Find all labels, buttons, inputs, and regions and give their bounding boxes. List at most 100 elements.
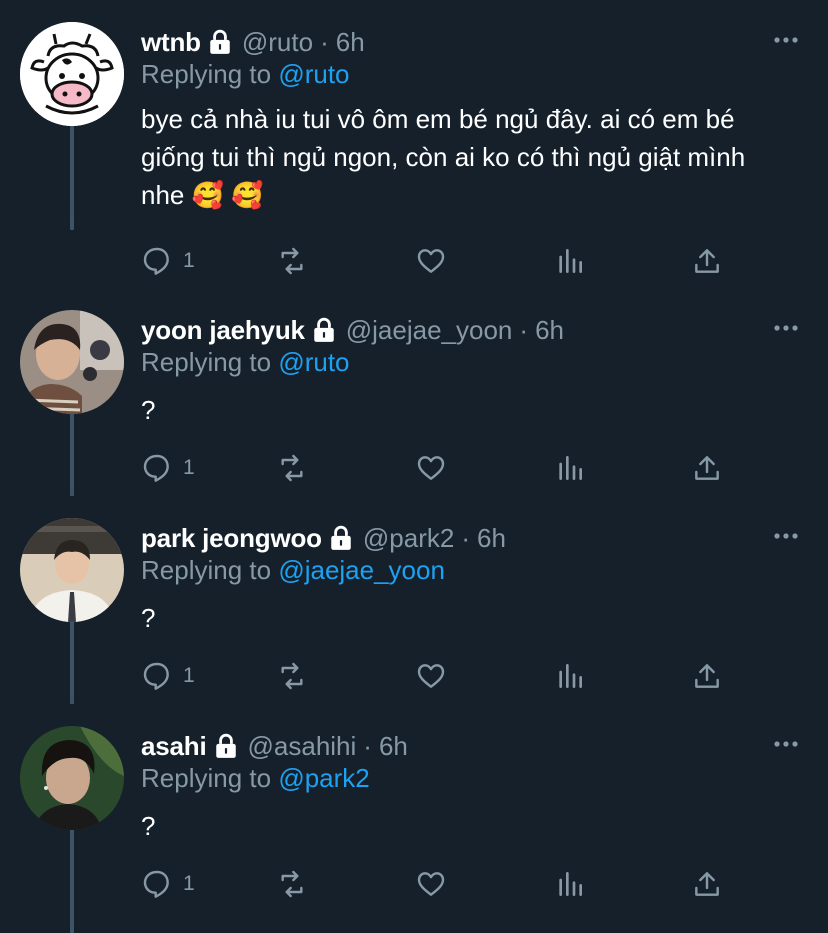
display-name[interactable]: yoon jaehyuk [141,315,305,346]
share-icon [695,872,719,896]
heart-icon [417,456,445,480]
avatar[interactable] [20,310,124,414]
separator-dot: · [363,730,372,761]
mention-link[interactable]: @jaejae_yoon [278,555,445,585]
tweet-text: bye cả nhà iu tui vô ôm em bé ngủ đây. a… [141,104,746,210]
tweet-text: ? [141,811,156,841]
reply-icon [143,247,169,275]
tweet[interactable]: asahi @asahihi · 6h Replying to @park2 ?… [0,704,828,933]
tweet-actions: 1 [141,867,741,901]
reply-icon [143,870,169,898]
tweet-actions: 1 [141,659,741,693]
separator-dot: · [320,26,329,57]
display-name[interactable]: asahi [141,731,207,762]
retweet-icon [281,247,303,275]
reply-count: 1 [183,872,195,895]
like-button[interactable] [415,867,447,901]
reply-button[interactable]: 1 [141,659,195,693]
replying-to: Replying to @park2 [141,763,370,794]
tweet-text: ? [141,603,156,633]
retweet-button[interactable] [276,244,308,278]
mention-link[interactable]: @park2 [278,763,369,793]
retweet-icon [281,662,303,690]
tweet[interactable]: wtnb @ruto · 6h Replying to @ruto bye cả… [0,0,828,275]
reply-button[interactable]: 1 [141,451,195,485]
share-button[interactable] [691,244,723,278]
share-button[interactable] [691,867,723,901]
reply-count: 1 [183,456,195,479]
avatar[interactable] [20,22,124,126]
photo-avatar [20,726,124,830]
replying-prefix: Replying to [141,59,272,89]
tweet-text: ? [141,395,156,425]
heart-icon [417,664,445,688]
more-icon[interactable] [772,30,800,50]
lock-icon [210,29,230,54]
lock-icon [331,525,351,550]
reply-button[interactable]: 1 [141,244,195,278]
tweet[interactable]: yoon jaehyuk @jaejae_yoon · 6h Replying … [0,208,828,496]
like-button[interactable] [415,244,447,278]
display-name[interactable]: wtnb [141,27,201,58]
analytics-icon [559,664,582,688]
analytics-button[interactable] [554,244,586,278]
replying-to: Replying to @ruto [141,59,350,90]
username-handle[interactable]: @park2 [363,523,454,554]
photo-avatar [20,518,124,622]
lock-icon [314,317,334,342]
thread-line [70,124,74,208]
replying-to: Replying to @jaejae_yoon [141,555,445,586]
timestamp[interactable]: 6h [379,731,408,762]
replying-prefix: Replying to [141,555,272,585]
heart-icon [417,249,445,273]
reply-count: 1 [183,664,195,687]
timestamp[interactable]: 6h [336,27,365,58]
analytics-button[interactable] [554,867,586,901]
tweet-header: yoon jaehyuk @jaejae_yoon · 6h [141,313,564,347]
separator-dot: · [519,314,529,345]
retweet-button[interactable] [276,867,308,901]
replying-to: Replying to @ruto [141,347,350,378]
more-icon[interactable] [772,526,800,546]
display-name[interactable]: park jeongwoo [141,523,322,554]
photo-avatar [20,310,124,414]
more-icon[interactable] [772,734,800,754]
share-icon [695,456,719,480]
username-handle[interactable]: @jaejae_yoon [346,315,513,346]
analytics-button[interactable] [554,451,586,485]
tweet-header: park jeongwoo @park2 · 6h [141,521,506,555]
mention-link[interactable]: @ruto [278,347,349,377]
like-button[interactable] [415,659,447,693]
tweet-header: asahi @asahihi · 6h [141,729,408,763]
analytics-button[interactable] [554,659,586,693]
tweet[interactable]: park jeongwoo @park2 · 6h Replying to @j… [0,496,828,704]
share-icon [695,249,719,273]
avatar[interactable] [20,518,124,622]
share-button[interactable] [691,451,723,485]
reply-icon [143,662,169,690]
reply-button[interactable]: 1 [141,867,195,901]
share-button[interactable] [691,659,723,693]
retweet-icon [281,454,303,482]
like-button[interactable] [415,451,447,485]
thread-line [70,620,74,704]
username-handle[interactable]: @ruto [242,27,313,58]
retweet-icon [281,870,303,898]
retweet-button[interactable] [276,451,308,485]
analytics-icon [559,456,582,480]
analytics-icon [559,249,582,273]
timestamp[interactable]: 6h [477,523,506,554]
replying-prefix: Replying to [141,763,272,793]
mention-link[interactable]: @ruto [278,59,349,89]
thread-line [70,828,74,933]
separator-dot: · [461,522,470,553]
username-handle[interactable]: @asahihi [248,731,357,762]
lock-icon [215,733,236,758]
thread-line [70,412,74,496]
timestamp[interactable]: 6h [535,315,564,346]
tweet-header: wtnb @ruto · 6h [141,25,365,59]
tweet-actions: 1 [141,451,741,485]
avatar[interactable] [20,726,124,830]
retweet-button[interactable] [276,659,308,693]
more-icon[interactable] [772,318,800,338]
